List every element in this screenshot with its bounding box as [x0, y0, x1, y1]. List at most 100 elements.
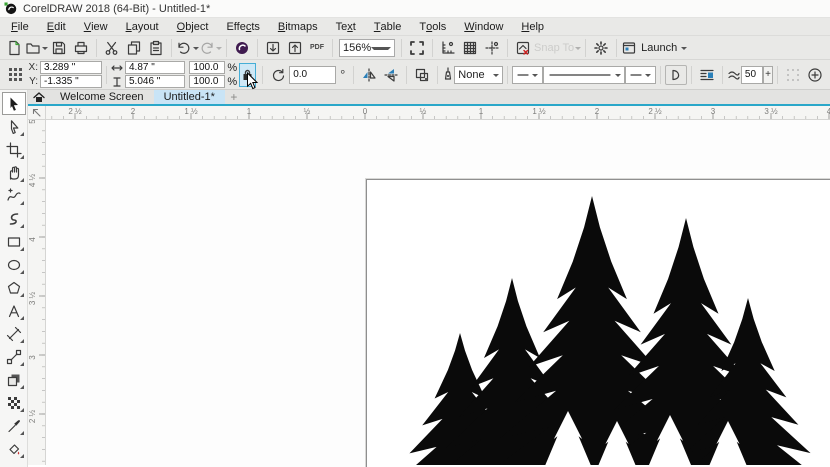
- export-button[interactable]: [284, 37, 306, 59]
- tool-text[interactable]: [2, 299, 26, 322]
- zoom-level-caret[interactable]: [371, 47, 391, 53]
- main-area: Welcome Screen Untitled-1* + 2 ½21 ½1½0½…: [0, 90, 830, 467]
- tool-rectangle[interactable]: [2, 230, 26, 253]
- ruler-origin-button[interactable]: [28, 106, 46, 119]
- open-button[interactable]: [25, 37, 48, 59]
- smoothing-field[interactable]: 50: [741, 66, 763, 84]
- snap-to-dropdown[interactable]: Snap To: [534, 37, 581, 59]
- menu-object[interactable]: Object: [168, 18, 218, 35]
- coreldraw-logo-icon: [4, 2, 17, 15]
- text-wrap-button[interactable]: [696, 64, 718, 86]
- tool-dimension[interactable]: [2, 322, 26, 345]
- launch-caret[interactable]: [681, 47, 687, 53]
- propbar-separator: [353, 66, 354, 84]
- tab-untitled-1[interactable]: Untitled-1*: [154, 90, 225, 104]
- svg-text:1 ½: 1 ½: [184, 107, 198, 116]
- paste-button[interactable]: [145, 37, 167, 59]
- home-tab-button[interactable]: [28, 90, 50, 104]
- new-document-button[interactable]: [3, 37, 25, 59]
- add-preset-button[interactable]: [804, 64, 826, 86]
- outline-width-select[interactable]: None: [454, 66, 503, 84]
- menu-edit[interactable]: Edit: [38, 18, 75, 35]
- launch-button[interactable]: Launch: [621, 37, 687, 59]
- tool-freehand[interactable]: [2, 184, 26, 207]
- copy-button[interactable]: [123, 37, 145, 59]
- tool-polygon[interactable]: [2, 276, 26, 299]
- menu-layout[interactable]: Layout: [117, 18, 168, 35]
- menu-window[interactable]: Window: [455, 18, 512, 35]
- tool-pick[interactable]: [2, 92, 26, 115]
- smoothing-stepper[interactable]: +: [763, 66, 773, 84]
- mirror-vertical-button[interactable]: [380, 64, 402, 86]
- cut-button[interactable]: [101, 37, 123, 59]
- save-button[interactable]: [48, 37, 70, 59]
- line-style-select[interactable]: [543, 66, 625, 84]
- zoom-level-select[interactable]: 156%: [339, 39, 395, 57]
- menu-text[interactable]: Text: [327, 18, 365, 35]
- print-button[interactable]: [70, 37, 92, 59]
- snap-to-caret[interactable]: [575, 47, 581, 53]
- menu-bitmaps[interactable]: Bitmaps: [269, 18, 327, 35]
- toolbar-separator: [507, 39, 508, 57]
- line-style-caret[interactable]: [615, 74, 621, 80]
- menu-help[interactable]: Help: [512, 18, 553, 35]
- document-tab-bar: Welcome Screen Untitled-1* +: [28, 90, 830, 106]
- mirror-horizontal-button[interactable]: [358, 64, 380, 86]
- object-width-field[interactable]: 4.87 ": [125, 61, 185, 74]
- redo-caret[interactable]: [216, 47, 222, 53]
- propbar-separator: [437, 66, 438, 84]
- tool-transparency[interactable]: [2, 391, 26, 414]
- combine-button[interactable]: [411, 64, 433, 86]
- redo-button[interactable]: [199, 37, 222, 59]
- y-position-field[interactable]: -1.335 ": [40, 75, 102, 88]
- snap-off-button[interactable]: [512, 37, 534, 59]
- menu-effects[interactable]: Effects: [217, 18, 268, 35]
- svg-text:2 ½: 2 ½: [28, 410, 37, 424]
- object-width-icon: [111, 63, 123, 73]
- pine-trees-artwork[interactable]: [46, 120, 830, 465]
- vertical-ruler[interactable]: 54 ½43 ½32 ½2: [28, 120, 46, 465]
- start-arrowhead-select[interactable]: [512, 66, 543, 84]
- tool-crop[interactable]: [2, 138, 26, 161]
- perspective-button[interactable]: [782, 64, 804, 86]
- search-content-button[interactable]: [231, 37, 253, 59]
- menu-table[interactable]: Table: [365, 18, 411, 35]
- import-button[interactable]: [262, 37, 284, 59]
- tool-drop-shadow[interactable]: [2, 368, 26, 391]
- tool-eyedropper[interactable]: [2, 414, 26, 437]
- show-rulers-button[interactable]: [437, 37, 459, 59]
- tool-artistic-media[interactable]: [2, 207, 26, 230]
- horizontal-ruler[interactable]: 2 ½21 ½1½0½11 ½22 ½33 ½4: [46, 106, 830, 119]
- end-arrowhead-caret[interactable]: [645, 74, 651, 80]
- options-button[interactable]: [590, 37, 612, 59]
- undo-button[interactable]: [176, 37, 199, 59]
- drawing-canvas[interactable]: [46, 120, 830, 467]
- publish-pdf-button[interactable]: PDF: [306, 37, 328, 59]
- object-height-field[interactable]: 5.046 ": [125, 75, 185, 88]
- start-arrowhead-caret[interactable]: [532, 74, 538, 80]
- new-tab-button[interactable]: +: [225, 90, 243, 104]
- menu-tools[interactable]: Tools: [410, 18, 455, 35]
- x-position-field[interactable]: 3.289 ": [40, 61, 102, 74]
- scale-y-field[interactable]: 100.0: [189, 75, 225, 88]
- angle-field[interactable]: 0.0: [289, 66, 336, 84]
- show-grid-button[interactable]: [459, 37, 481, 59]
- menu-file[interactable]: File: [2, 18, 38, 35]
- tool-pan[interactable]: [2, 161, 26, 184]
- tab-welcome-screen[interactable]: Welcome Screen: [50, 90, 154, 104]
- position-fields: X: 3.289 " Y: -1.335 ": [28, 61, 102, 88]
- property-bar: X: 3.289 " Y: -1.335 " 4.87 " 5.046 " 10…: [0, 60, 830, 90]
- end-arrowhead-select[interactable]: [625, 66, 656, 84]
- end-arrowhead-icon: [629, 71, 643, 79]
- outline-width-caret[interactable]: [493, 74, 499, 80]
- tool-interactive-fill[interactable]: [2, 437, 26, 460]
- tool-ellipse[interactable]: [2, 253, 26, 276]
- scale-x-field[interactable]: 100.0: [189, 61, 225, 74]
- tool-connector[interactable]: [2, 345, 26, 368]
- show-guidelines-button[interactable]: [481, 37, 503, 59]
- fullscreen-preview-button[interactable]: [406, 37, 428, 59]
- close-curve-button[interactable]: [665, 65, 687, 85]
- tool-shape[interactable]: [2, 115, 26, 138]
- menu-view[interactable]: View: [75, 18, 117, 35]
- title-bar: CorelDRAW 2018 (64-Bit) - Untitled-1*: [0, 0, 830, 18]
